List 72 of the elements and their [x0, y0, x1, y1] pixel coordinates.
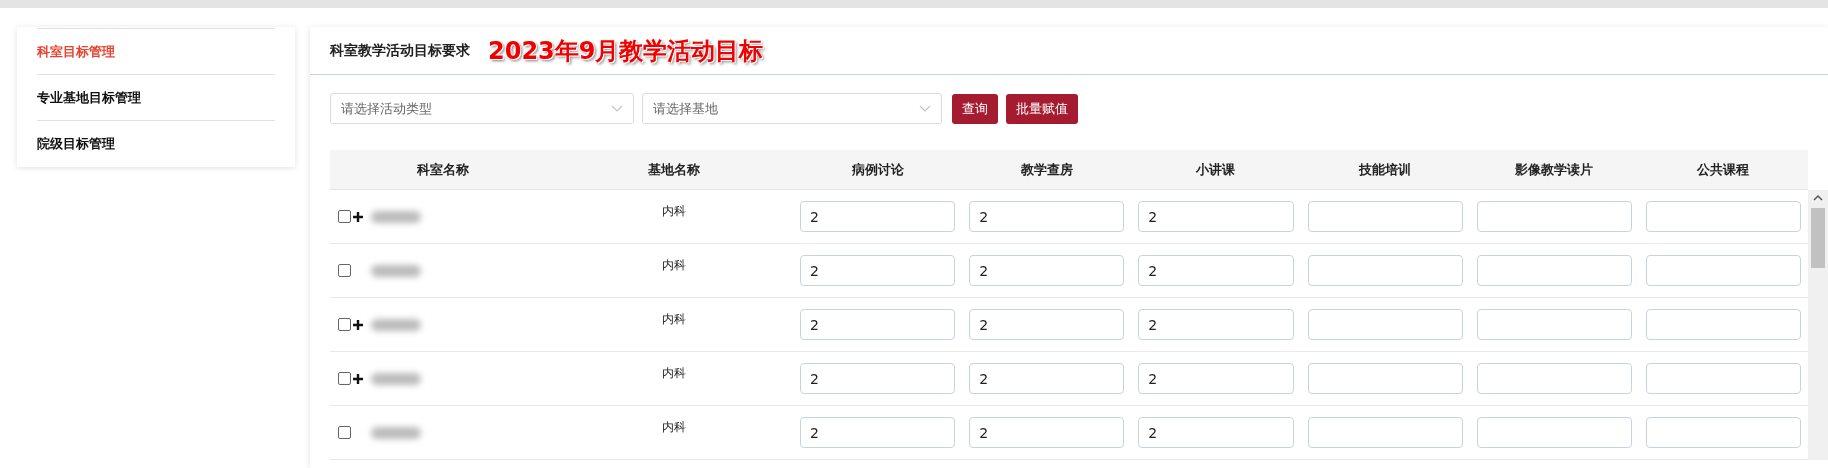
input-field[interactable]: [1645, 201, 1801, 232]
checkbox[interactable]: [338, 318, 351, 331]
month-heading: 2023年9月教学活动目标: [488, 35, 764, 67]
scroll-up-icon[interactable]: [1813, 194, 1823, 202]
input-field[interactable]: [1307, 417, 1463, 448]
input-field[interactable]: [1476, 255, 1632, 286]
checkbox[interactable]: [338, 426, 351, 439]
column-header: 科室名称: [415, 160, 470, 179]
input-field[interactable]: [1645, 255, 1801, 286]
query-button[interactable]: 查询: [952, 93, 998, 124]
checkbox[interactable]: [338, 264, 351, 277]
column-header: 公共课程: [1696, 160, 1751, 179]
input-field[interactable]: [1476, 201, 1632, 232]
select-field[interactable]: 请选择活动类型: [330, 93, 634, 124]
input-field[interactable]: [1307, 255, 1463, 286]
input-field[interactable]: [1645, 363, 1801, 394]
scrollbar-thumb[interactable]: [1811, 208, 1825, 268]
column-header: 小讲课: [1195, 160, 1237, 179]
table-cell-text: 内科: [662, 257, 686, 274]
input-field[interactable]: 2: [969, 363, 1125, 394]
select-placeholder: 请选择基地: [653, 99, 718, 118]
input-field[interactable]: [1307, 309, 1463, 340]
column-header: 技能培训: [1357, 160, 1413, 179]
input-field[interactable]: 2: [800, 417, 956, 448]
input-field[interactable]: 2: [969, 417, 1125, 448]
expand-plus-icon[interactable]: [353, 319, 363, 330]
input-field[interactable]: [1307, 201, 1463, 232]
input-field[interactable]: 2: [1138, 201, 1294, 232]
redacted-name: [371, 372, 421, 385]
input-field[interactable]: [1476, 417, 1632, 448]
checkbox[interactable]: [338, 372, 351, 385]
input-field[interactable]: [1645, 417, 1801, 448]
input-field[interactable]: 2: [1138, 363, 1294, 394]
sidebar-item[interactable]: 专业基地目标管理: [37, 74, 275, 120]
input-field[interactable]: 2: [969, 201, 1125, 232]
select-field[interactable]: 请选择基地: [642, 93, 942, 124]
scrollbar[interactable]: [1808, 190, 1828, 460]
input-field[interactable]: [1476, 309, 1632, 340]
column-header: 影像教学读片: [1514, 160, 1595, 179]
redacted-name: [371, 426, 421, 439]
input-field[interactable]: [1307, 363, 1463, 394]
redacted-name: [371, 264, 421, 277]
input-field[interactable]: 2: [969, 309, 1125, 340]
sidebar-item[interactable]: 科室目标管理: [37, 28, 275, 74]
batch-assign-button[interactable]: 批量赋值: [1006, 93, 1078, 124]
table-cell-text: 内科: [662, 311, 686, 328]
input-field[interactable]: [1645, 309, 1801, 340]
column-header: 病例讨论: [850, 160, 905, 179]
redacted-name: [371, 318, 421, 331]
input-field[interactable]: [1476, 363, 1632, 394]
input-field[interactable]: 2: [800, 255, 956, 286]
panel-title: 科室教学活动目标要求: [330, 41, 470, 60]
checkbox[interactable]: [338, 210, 351, 223]
input-field[interactable]: 2: [1138, 417, 1294, 448]
column-header: 基地名称: [647, 160, 701, 179]
table-cell-text: 内科: [662, 365, 686, 382]
sidebar-item[interactable]: 院级目标管理: [37, 120, 275, 166]
expand-plus-icon[interactable]: [353, 211, 363, 222]
expand-plus-icon[interactable]: [353, 373, 363, 384]
input-field[interactable]: 2: [800, 363, 956, 394]
chevron-down-icon: [919, 105, 931, 112]
table-cell-text: 内科: [662, 419, 686, 436]
input-field[interactable]: 2: [1138, 255, 1294, 286]
input-field[interactable]: 2: [800, 309, 956, 340]
input-field[interactable]: 2: [969, 255, 1125, 286]
chevron-down-icon: [611, 105, 623, 112]
table-cell-text: 内科: [662, 203, 686, 220]
column-header: 教学查房: [1019, 160, 1074, 179]
select-placeholder: 请选择活动类型: [341, 99, 432, 118]
redacted-name: [371, 210, 421, 223]
input-field[interactable]: 2: [800, 201, 956, 232]
input-field[interactable]: 2: [1138, 309, 1294, 340]
